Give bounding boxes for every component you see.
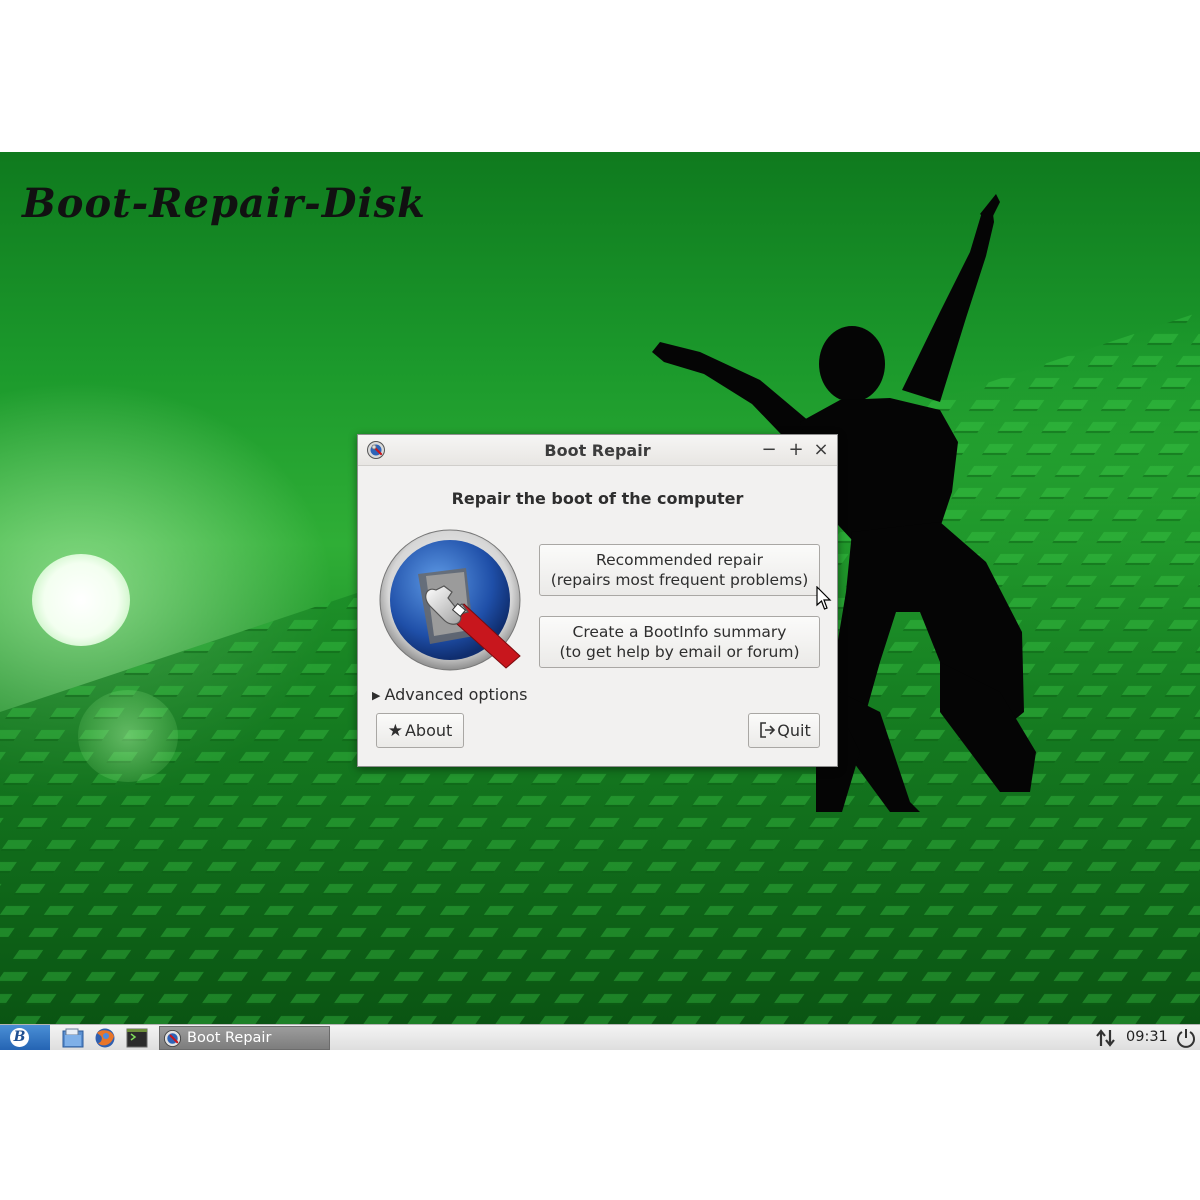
close-button[interactable]: × — [810, 439, 832, 461]
bootinfo-summary-button[interactable]: Create a BootInfo summary (to get help b… — [539, 616, 820, 668]
web-browser-icon[interactable] — [93, 1027, 117, 1049]
window-titlebar[interactable]: Boot Repair − + × — [358, 435, 837, 466]
taskbar-item-boot-repair[interactable]: Boot Repair — [159, 1026, 330, 1050]
bootinfo-summary-title: Create a BootInfo summary — [572, 623, 787, 641]
mouse-cursor-icon — [816, 586, 832, 610]
boot-repair-app-icon — [163, 1029, 182, 1048]
star-icon: ★ — [387, 721, 403, 741]
exit-icon — [760, 722, 776, 738]
power-icon[interactable] — [1175, 1027, 1197, 1049]
boot-repair-disk-logo-icon: B — [10, 1028, 29, 1047]
wallpaper-sun — [32, 554, 130, 646]
maximize-button[interactable]: + — [785, 439, 807, 461]
quit-label: Quit — [777, 721, 811, 740]
start-menu-button[interactable]: B — [0, 1025, 50, 1050]
dialog-heading: Repair the boot of the computer — [451, 489, 744, 508]
clock[interactable]: 09:31 — [1126, 1029, 1168, 1045]
wallpaper-title: Boot-Repair-Disk — [22, 180, 426, 227]
expander-triangle-icon: ▶ — [372, 689, 381, 702]
boot-repair-logo-icon — [379, 529, 521, 671]
network-arrows-icon[interactable] — [1094, 1027, 1118, 1049]
taskbar: B Boot Repair 09:31 — [0, 1024, 1200, 1050]
screenshot-page: Boot-Repair-Disk Boot Repair − + × Repai… — [0, 0, 1200, 1200]
wallpaper-sun-reflection — [78, 690, 178, 782]
bootinfo-summary-subtitle: (to get help by email or forum) — [559, 643, 800, 661]
advanced-options-label: Advanced options — [384, 685, 528, 704]
quit-button[interactable]: Quit — [748, 713, 820, 748]
recommended-repair-subtitle: (repairs most frequent problems) — [550, 571, 809, 589]
recommended-repair-title: Recommended repair — [596, 551, 763, 569]
advanced-options-expander[interactable]: ▶ Advanced options — [372, 685, 528, 704]
terminal-icon[interactable] — [125, 1027, 149, 1049]
boot-repair-window: Boot Repair − + × Repair the boot of the… — [357, 434, 838, 767]
about-button[interactable]: ★ About — [376, 713, 464, 748]
about-label: About — [404, 721, 453, 740]
minimize-button[interactable]: − — [758, 439, 780, 461]
recommended-repair-button[interactable]: Recommended repair (repairs most frequen… — [539, 544, 820, 596]
file-manager-icon[interactable] — [61, 1027, 85, 1049]
taskbar-item-label: Boot Repair — [187, 1030, 272, 1046]
